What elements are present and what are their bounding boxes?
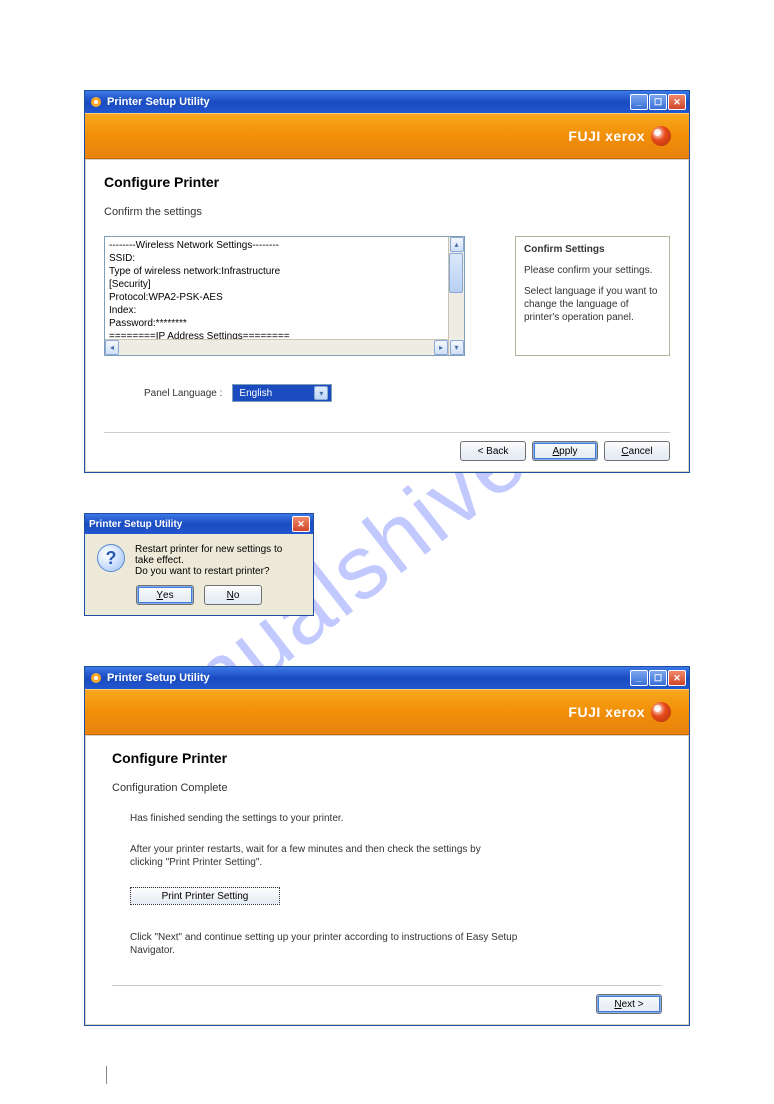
settings-line: Protocol:WPA2-PSK-AES <box>109 291 460 304</box>
settings-line: [Security] <box>109 278 460 291</box>
panel-language-label: Panel Language : <box>144 388 222 399</box>
brand-text: FUJI xerox <box>568 704 645 720</box>
complete-line-2: After your printer restarts, wait for a … <box>130 843 510 869</box>
settings-listbox[interactable]: --------Wireless Network Settings-------… <box>104 236 465 356</box>
dialog-message: Restart printer for new settings to take… <box>135 544 301 577</box>
window-configure-printer: Printer Setup Utility _ ☐ ✕ FUJI xerox C… <box>84 90 690 473</box>
titlebar[interactable]: Printer Setup Utility _ ☐ ✕ <box>85 667 689 689</box>
dialog-titlebar[interactable]: Printer Setup Utility ✕ <box>85 514 313 534</box>
settings-line: --------Wireless Network Settings-------… <box>109 239 460 252</box>
page-subheading: Confirm the settings <box>104 206 670 218</box>
page-subheading: Configuration Complete <box>112 782 662 794</box>
confirm-title: Confirm Settings <box>524 243 661 256</box>
brand-bar: FUJI xerox <box>85 113 689 159</box>
dialog-close-button[interactable]: ✕ <box>292 516 310 532</box>
settings-line: Index: <box>109 304 460 317</box>
app-icon <box>89 95 103 109</box>
window-configuration-complete: Printer Setup Utility _ ☐ ✕ FUJI xerox C… <box>84 666 690 1026</box>
vertical-scrollbar[interactable]: ▴ ▾ <box>448 237 464 355</box>
print-printer-setting-button[interactable]: Print Printer Setting <box>130 887 280 905</box>
minimize-button[interactable]: _ <box>630 670 648 686</box>
brand-text: FUJI xerox <box>568 128 645 144</box>
maximize-button[interactable]: ☐ <box>649 94 667 110</box>
titlebar[interactable]: Printer Setup Utility _ ☐ ✕ <box>85 91 689 113</box>
cancel-button[interactable]: Cancel <box>604 441 670 461</box>
apply-button[interactable]: Apply <box>532 441 598 461</box>
back-button[interactable]: < Back <box>460 441 526 461</box>
app-icon <box>89 671 103 685</box>
scroll-down-icon[interactable]: ▾ <box>450 340 464 355</box>
minimize-button[interactable]: _ <box>630 94 648 110</box>
yes-button[interactable]: Yes <box>136 585 194 605</box>
brand-logo-icon <box>651 126 671 146</box>
complete-line-1: Has finished sending the settings to you… <box>130 812 662 825</box>
page-heading: Configure Printer <box>104 174 670 190</box>
confirm-text-2: Select language if you want to change th… <box>524 285 661 324</box>
close-button[interactable]: ✕ <box>668 670 686 686</box>
next-button[interactable]: Next > <box>596 994 662 1014</box>
page-footer-mark <box>106 1066 690 1084</box>
question-icon: ? <box>97 544 125 572</box>
settings-line: Type of wireless network:Infrastructure <box>109 265 460 278</box>
confirm-settings-panel: Confirm Settings Please confirm your set… <box>515 236 670 356</box>
scroll-right-icon[interactable]: ▸ <box>434 340 448 355</box>
brand-bar: FUJI xerox <box>85 689 689 735</box>
horizontal-scrollbar[interactable]: ◂ ▸ <box>105 339 448 355</box>
window-title: Printer Setup Utility <box>107 672 210 684</box>
close-button[interactable]: ✕ <box>668 94 686 110</box>
dialog-title: Printer Setup Utility <box>89 519 182 530</box>
confirm-text-1: Please confirm your settings. <box>524 264 661 277</box>
brand-logo-icon <box>651 702 671 722</box>
restart-printer-dialog: Printer Setup Utility ✕ ? Restart printe… <box>84 513 314 616</box>
maximize-button[interactable]: ☐ <box>649 670 667 686</box>
settings-line: SSID: <box>109 252 460 265</box>
scroll-up-icon[interactable]: ▴ <box>450 237 464 252</box>
panel-language-select[interactable]: English ▾ <box>232 384 332 402</box>
scroll-thumb[interactable] <box>449 253 463 293</box>
panel-language-value: English <box>239 388 272 399</box>
window-title: Printer Setup Utility <box>107 96 210 108</box>
chevron-down-icon[interactable]: ▾ <box>314 386 328 400</box>
settings-line: Password:******** <box>109 317 460 330</box>
scroll-left-icon[interactable]: ◂ <box>105 340 119 355</box>
complete-line-3: Click "Next" and continue setting up you… <box>130 931 530 957</box>
page-heading: Configure Printer <box>112 750 662 766</box>
no-button[interactable]: No <box>204 585 262 605</box>
